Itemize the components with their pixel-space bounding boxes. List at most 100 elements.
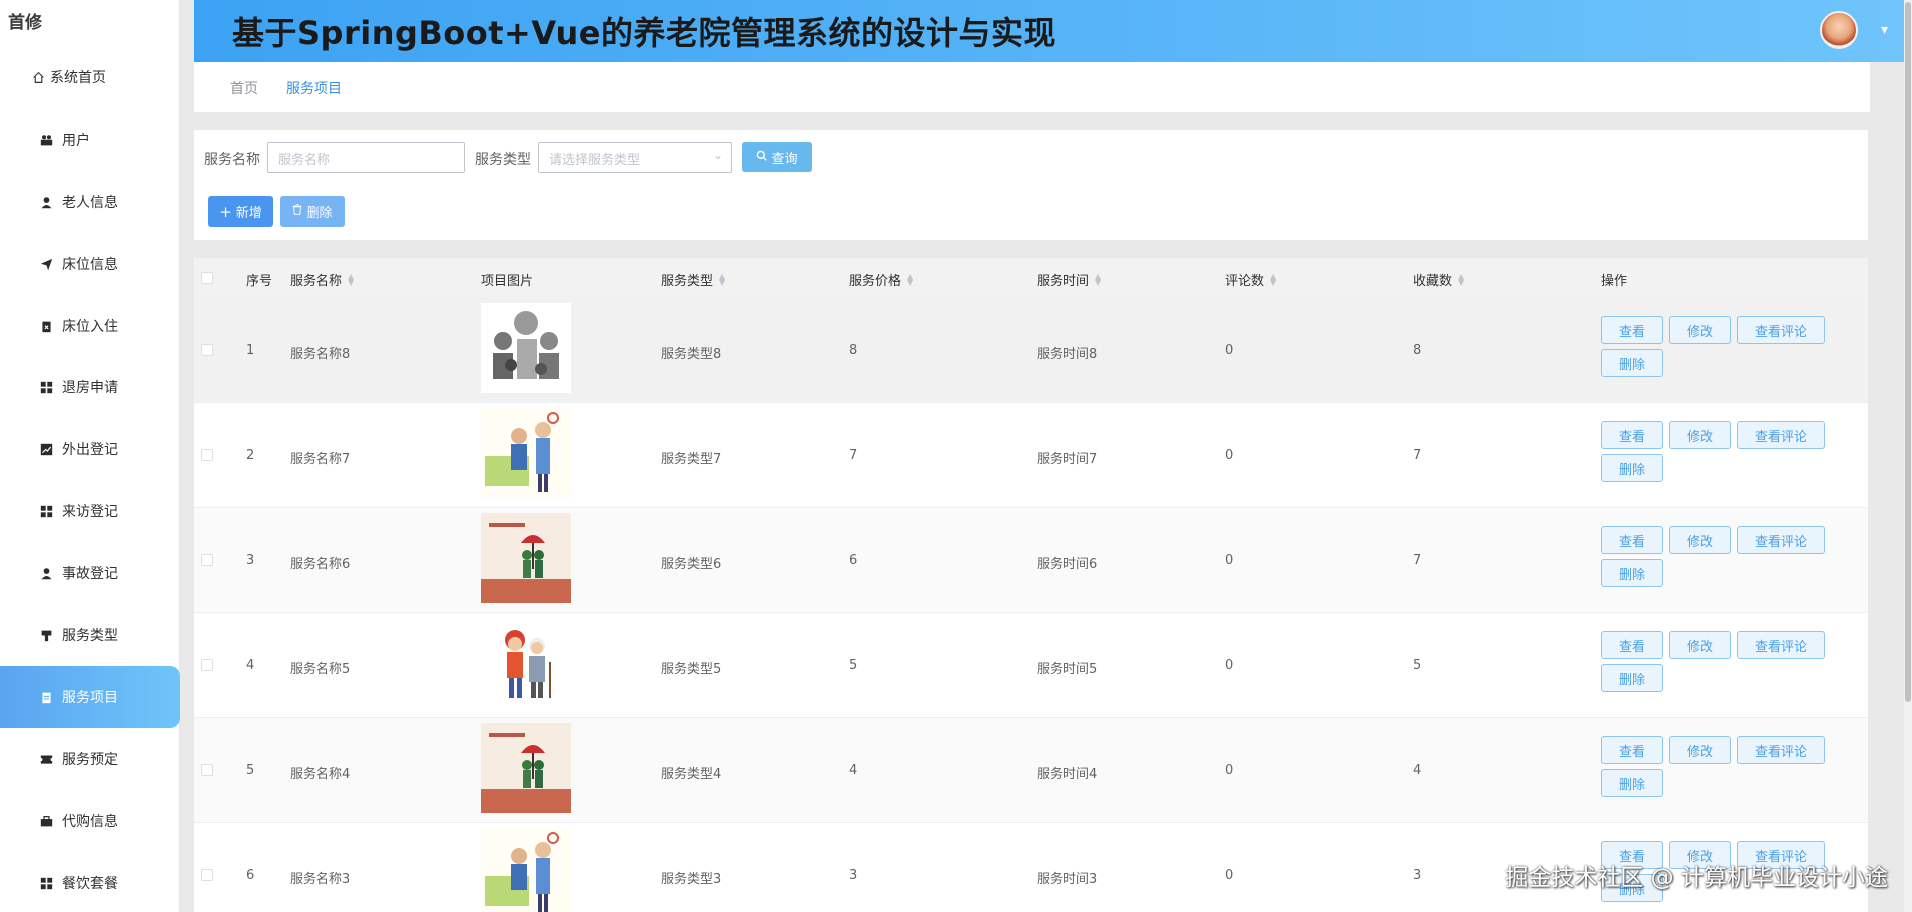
add-button[interactable]: + 新增 bbox=[208, 196, 273, 227]
scrollbar-thumb[interactable] bbox=[1905, 2, 1911, 702]
delete-button[interactable]: 删除 bbox=[1601, 664, 1663, 692]
view-comments-button[interactable]: 查看评论 bbox=[1737, 526, 1825, 554]
row-checkbox[interactable] bbox=[201, 449, 213, 461]
sidebar-item-checkout[interactable]: 退房申请 bbox=[0, 356, 180, 418]
service-image[interactable] bbox=[481, 618, 571, 708]
service-name-input[interactable]: 服务名称 bbox=[267, 142, 465, 173]
header-comments[interactable]: 评论数 ▲ ▼ bbox=[1225, 270, 1276, 289]
sidebar-item-visitor[interactable]: 来访登记 bbox=[0, 480, 180, 542]
delete-button[interactable]: 删除 bbox=[1601, 559, 1663, 587]
service-name-label: 服务名称 bbox=[204, 152, 260, 168]
header-time[interactable]: 服务时间 ▲ ▼ bbox=[1037, 270, 1101, 289]
service-image[interactable] bbox=[481, 723, 571, 813]
cell-price: 8 bbox=[849, 343, 858, 358]
header-favorites[interactable]: 收藏数 ▲ ▼ bbox=[1413, 270, 1464, 289]
page-scrollbar[interactable] bbox=[1904, 0, 1912, 912]
sidebar-item-elderly-info[interactable]: 老人信息 bbox=[0, 171, 180, 233]
sidebar-item-home[interactable]: 系统首页 bbox=[0, 46, 180, 108]
header-service-type[interactable]: 服务类型 ▲ ▼ bbox=[661, 270, 725, 289]
sidebar-item-service-item[interactable]: 服务项目 bbox=[0, 666, 180, 728]
cell-time: 服务时间8 bbox=[1037, 347, 1098, 362]
cell-service-name: 服务名称8 bbox=[290, 347, 351, 362]
header-image: 项目图片 bbox=[481, 274, 534, 289]
chevron-down-icon[interactable]: ▾ bbox=[1881, 22, 1888, 38]
service-image[interactable] bbox=[481, 513, 571, 603]
edit-button[interactable]: 修改 bbox=[1669, 421, 1731, 449]
row-checkbox[interactable] bbox=[201, 659, 213, 671]
briefcase-icon bbox=[38, 813, 54, 829]
sort-icon[interactable]: ▲ ▼ bbox=[1270, 272, 1276, 286]
avatar[interactable] bbox=[1820, 11, 1858, 49]
sidebar-item-bed-info[interactable]: 床位信息 bbox=[0, 233, 180, 295]
cell-index: 2 bbox=[246, 448, 255, 463]
view-button[interactable]: 查看 bbox=[1601, 421, 1663, 449]
sidebar-item-label: 服务预定 bbox=[62, 752, 118, 768]
header-service-name[interactable]: 服务名称 ▲ ▼ bbox=[290, 270, 354, 289]
table-row: 1 服务名称8 服务类型8 8 服务时间8 0 8 查看 修改 查看评论 删除 bbox=[194, 298, 1868, 403]
view-button[interactable]: 查看 bbox=[1601, 631, 1663, 659]
select-all-checkbox[interactable] bbox=[201, 272, 213, 284]
top-header: 基于SpringBoot+Vue的养老院管理系统的设计与实现 ▾ bbox=[194, 0, 1906, 62]
service-image[interactable] bbox=[481, 303, 571, 393]
person-icon bbox=[38, 565, 54, 581]
sort-icon[interactable]: ▲ ▼ bbox=[1458, 272, 1464, 286]
batch-delete-label: 删除 bbox=[306, 206, 333, 221]
row-checkbox[interactable] bbox=[201, 869, 213, 881]
view-button[interactable]: 查看 bbox=[1601, 316, 1663, 344]
view-comments-button[interactable]: 查看评论 bbox=[1737, 631, 1825, 659]
service-image[interactable] bbox=[481, 408, 571, 498]
table-row: 5 服务名称4 服务类型4 4 服务时间4 0 4 查看 修改 查看评论 删除 bbox=[194, 718, 1868, 823]
sort-icon[interactable]: ▲ ▼ bbox=[907, 272, 913, 286]
batch-delete-button[interactable]: 删除 bbox=[280, 196, 345, 227]
sidebar-item-purchase[interactable]: 代购信息 bbox=[0, 790, 180, 852]
sidebar-item-outing[interactable]: 外出登记 bbox=[0, 418, 180, 480]
ticket-icon bbox=[38, 751, 54, 767]
edit-button[interactable]: 修改 bbox=[1669, 736, 1731, 764]
cell-service-name: 服务名称6 bbox=[290, 557, 351, 572]
sidebar-item-service-booking[interactable]: 服务预定 bbox=[0, 728, 180, 790]
sort-icon[interactable]: ▲ ▼ bbox=[719, 272, 725, 286]
row-checkbox[interactable] bbox=[201, 344, 213, 356]
view-button[interactable]: 查看 bbox=[1601, 736, 1663, 764]
sort-icon[interactable]: ▲ ▼ bbox=[348, 272, 354, 286]
edit-button[interactable]: 修改 bbox=[1669, 631, 1731, 659]
sort-icon[interactable]: ▲ ▼ bbox=[1095, 272, 1101, 286]
view-button[interactable]: 查看 bbox=[1601, 526, 1663, 554]
cell-favorites: 4 bbox=[1413, 763, 1422, 778]
header-service-name-label: 服务名称 bbox=[290, 274, 343, 289]
service-type-select[interactable]: 请选择服务类型 ⌄ bbox=[538, 142, 732, 173]
sidebar-item-service-type[interactable]: 服务类型 bbox=[0, 604, 180, 666]
delete-button[interactable]: 删除 bbox=[1601, 349, 1663, 377]
sidebar-item-users[interactable]: 用户 bbox=[0, 109, 180, 171]
header-time-label: 服务时间 bbox=[1037, 274, 1090, 289]
header-price[interactable]: 服务价格 ▲ ▼ bbox=[849, 270, 913, 289]
cell-index: 3 bbox=[246, 553, 255, 568]
header-index: 序号 bbox=[246, 274, 273, 289]
view-comments-button[interactable]: 查看评论 bbox=[1737, 421, 1825, 449]
sidebar-item-meal-plan[interactable]: 餐饮套餐 bbox=[0, 852, 180, 912]
edit-button[interactable]: 修改 bbox=[1669, 526, 1731, 554]
cell-favorites: 5 bbox=[1413, 658, 1422, 673]
row-checkbox[interactable] bbox=[201, 554, 213, 566]
cell-service-type: 服务类型6 bbox=[661, 557, 722, 572]
watermark: 掘金技术社区 @ 计算机毕业设计小途 bbox=[1505, 865, 1888, 891]
delete-button[interactable]: 删除 bbox=[1601, 454, 1663, 482]
row-checkbox[interactable] bbox=[201, 764, 213, 776]
cell-comments: 0 bbox=[1225, 658, 1234, 673]
service-name-placeholder: 服务名称 bbox=[278, 153, 331, 168]
delete-button[interactable]: 删除 bbox=[1601, 769, 1663, 797]
cell-time: 服务时间6 bbox=[1037, 557, 1098, 572]
cell-index: 4 bbox=[246, 658, 255, 673]
page-title: 基于SpringBoot+Vue的养老院管理系统的设计与实现 bbox=[232, 14, 1056, 52]
view-comments-button[interactable]: 查看评论 bbox=[1737, 316, 1825, 344]
sidebar-item-accident[interactable]: 事故登记 bbox=[0, 542, 180, 604]
sidebar-item-bed-checkin[interactable]: 床位入住 bbox=[0, 295, 180, 357]
breadcrumb-home[interactable]: 首页 bbox=[230, 78, 258, 98]
sidebar-item-label: 床位入住 bbox=[62, 319, 118, 335]
send-icon bbox=[38, 256, 54, 272]
query-button[interactable]: 查询 bbox=[742, 142, 812, 172]
service-image[interactable] bbox=[481, 828, 571, 912]
search-icon bbox=[756, 150, 768, 165]
edit-button[interactable]: 修改 bbox=[1669, 316, 1731, 344]
view-comments-button[interactable]: 查看评论 bbox=[1737, 736, 1825, 764]
